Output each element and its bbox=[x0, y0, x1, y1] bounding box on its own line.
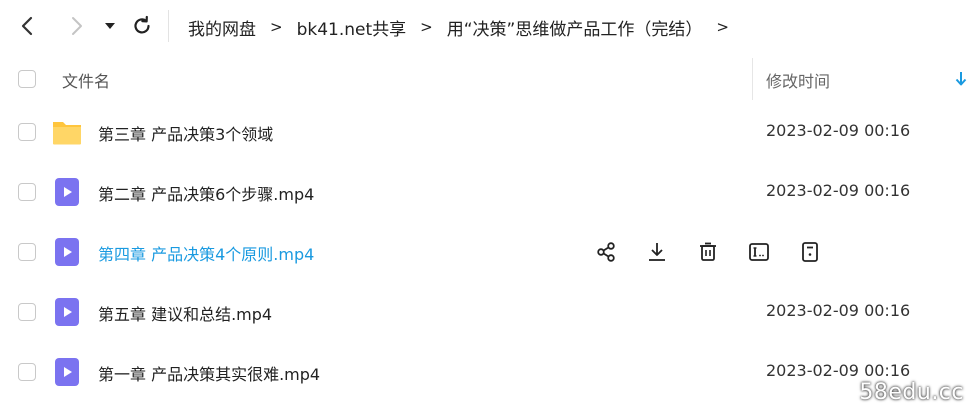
top-navigation-bar: 我的网盘 > bk41.net共享 > 用“决策”思维做产品工作（完结） > bbox=[0, 0, 974, 52]
modified-time: 2023-02-09 00:16 bbox=[766, 301, 911, 320]
refresh-button[interactable] bbox=[128, 12, 156, 40]
breadcrumb-item-my-drive[interactable]: 我的网盘 bbox=[188, 15, 256, 40]
download-icon bbox=[649, 243, 665, 261]
column-header-name[interactable]: 文件名 bbox=[62, 68, 110, 92]
forward-button[interactable] bbox=[62, 12, 90, 40]
file-row[interactable]: 第一章 产品决策其实很难.mp4 2023-02-09 00:16 bbox=[0, 342, 974, 402]
watermark: 58edu.cc bbox=[859, 380, 964, 405]
breadcrumb: 我的网盘 > bk41.net共享 > 用“决策”思维做产品工作（完结） > bbox=[188, 14, 743, 40]
file-name[interactable]: 第二章 产品决策6个步骤.mp4 bbox=[98, 181, 314, 205]
file-name[interactable]: 第五章 建议和总结.mp4 bbox=[98, 301, 272, 325]
delete-button[interactable] bbox=[696, 240, 720, 264]
file-row[interactable]: 第三章 产品决策3个领域 2023-02-09 00:16 bbox=[0, 102, 974, 162]
file-name[interactable]: 第三章 产品决策3个领域 bbox=[98, 121, 273, 145]
row-checkbox[interactable] bbox=[18, 183, 36, 201]
row-checkbox[interactable] bbox=[18, 303, 36, 321]
chevron-left-icon bbox=[21, 16, 33, 36]
row-checkbox[interactable] bbox=[18, 363, 36, 381]
row-checkbox[interactable] bbox=[18, 123, 36, 141]
chevron-right-icon bbox=[72, 17, 82, 35]
file-row[interactable]: 第五章 建议和总结.mp4 2023-02-09 00:16 bbox=[0, 282, 974, 342]
file-name[interactable]: 第四章 产品决策4个原则.mp4 bbox=[98, 241, 314, 265]
breadcrumb-more-arrow[interactable]: > bbox=[716, 18, 729, 36]
video-file-icon bbox=[55, 178, 79, 206]
sort-down-arrow-icon[interactable] bbox=[954, 70, 968, 88]
row-hover-actions bbox=[594, 238, 849, 266]
modified-time: 2023-02-09 00:16 bbox=[766, 361, 911, 380]
refresh-icon bbox=[134, 15, 150, 34]
file-row[interactable]: 第二章 产品决策6个步骤.mp4 2023-02-09 00:16 bbox=[0, 162, 974, 222]
select-all-checkbox[interactable] bbox=[18, 70, 36, 88]
rename-icon bbox=[749, 243, 769, 261]
back-button[interactable] bbox=[14, 12, 42, 40]
breadcrumb-separator: > bbox=[270, 18, 283, 36]
delete-icon bbox=[700, 242, 716, 261]
more-button[interactable] bbox=[798, 240, 822, 264]
download-button[interactable] bbox=[645, 240, 669, 264]
breadcrumb-separator: > bbox=[420, 18, 433, 36]
modified-time: 2023-02-09 00:16 bbox=[766, 181, 911, 200]
breadcrumb-item-current-folder[interactable]: 用“决策”思维做产品工作（完结） bbox=[447, 15, 703, 40]
file-name[interactable]: 第一章 产品决策其实很难.mp4 bbox=[98, 361, 320, 385]
file-row-hovered[interactable]: 第四章 产品决策4个原则.mp4 bbox=[0, 222, 974, 282]
file-list-header: 文件名 修改时间 bbox=[0, 56, 974, 102]
more-icon bbox=[802, 242, 818, 262]
folder-icon bbox=[53, 122, 81, 145]
breadcrumb-item-shared-folder[interactable]: bk41.net共享 bbox=[297, 15, 407, 40]
row-checkbox[interactable] bbox=[18, 243, 36, 261]
column-header-modified-time[interactable]: 修改时间 bbox=[766, 68, 830, 92]
nav-divider bbox=[168, 10, 169, 42]
video-file-icon bbox=[55, 298, 79, 326]
share-button[interactable] bbox=[594, 240, 618, 264]
rename-button[interactable] bbox=[747, 240, 771, 264]
column-divider[interactable] bbox=[752, 58, 753, 100]
share-icon bbox=[597, 242, 615, 262]
video-file-icon bbox=[55, 238, 79, 266]
caret-down-icon bbox=[105, 23, 115, 29]
modified-time: 2023-02-09 00:16 bbox=[766, 121, 911, 140]
video-file-icon bbox=[55, 358, 79, 386]
history-dropdown-button[interactable] bbox=[100, 16, 120, 36]
